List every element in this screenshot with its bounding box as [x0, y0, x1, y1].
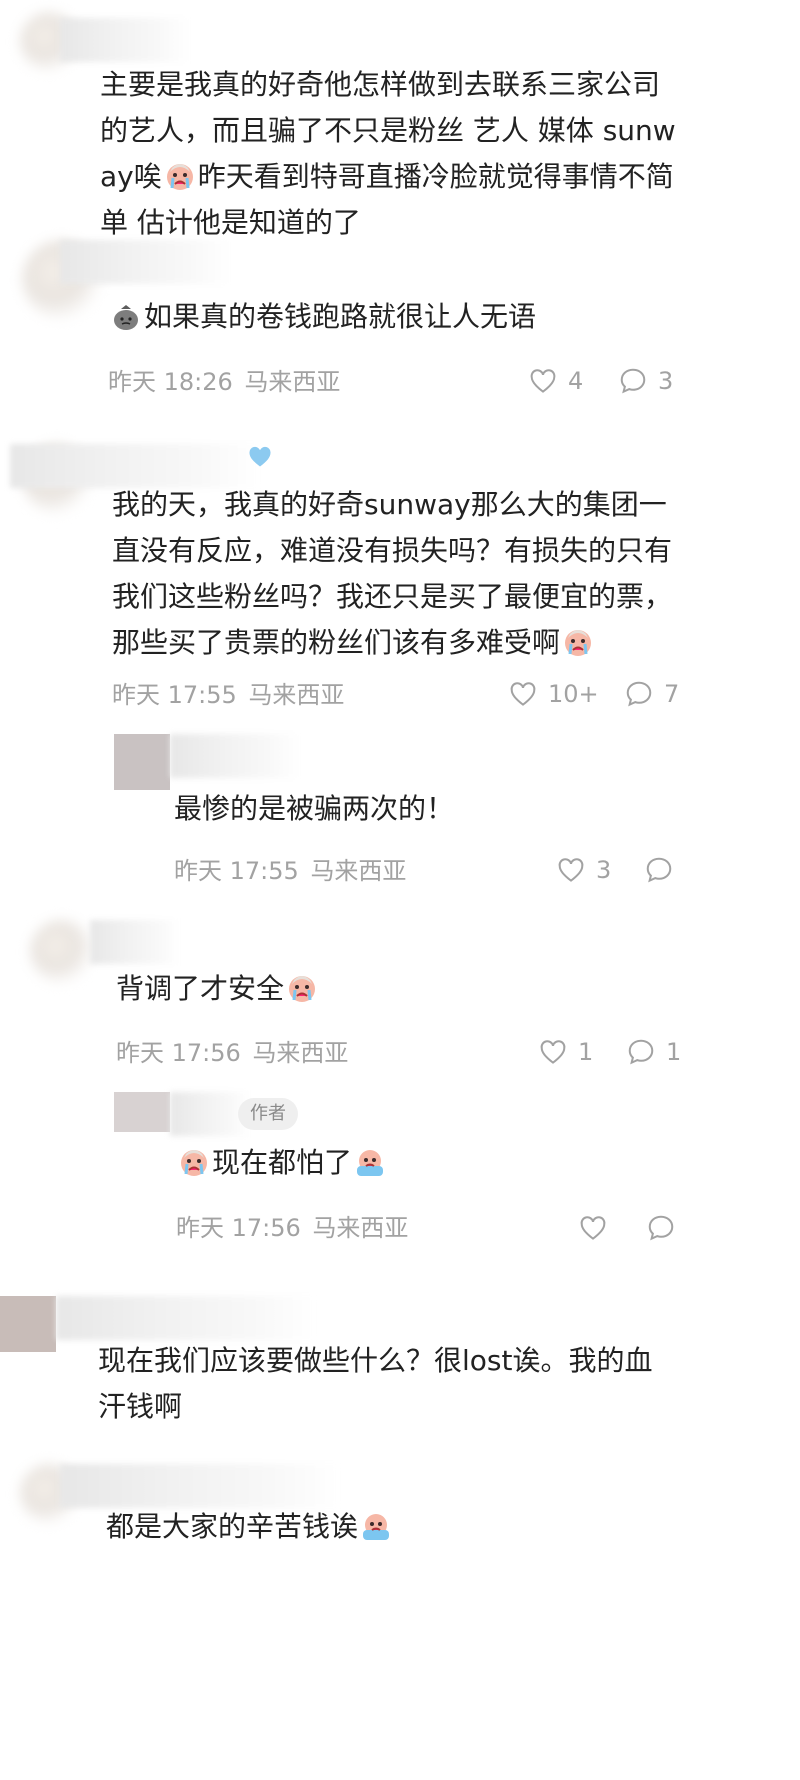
author-badge: 作者	[238, 1098, 298, 1130]
comment-time: 昨天 17:56	[116, 1039, 241, 1067]
comment-text: 我的天，我真的好奇sunway那么大的集团一直没有反应，难道没有损失吗？有损失的…	[112, 488, 673, 659]
reply-button[interactable]: 7	[624, 679, 679, 709]
avatar[interactable]	[0, 1296, 56, 1352]
avatar[interactable]	[114, 1092, 170, 1132]
comment-text: 都是大家的辛苦钱诶	[106, 1504, 686, 1550]
comment-item: 我的天，我真的好奇sunway那么大的集团一直没有反应，难道没有损失吗？有损失的…	[0, 430, 800, 720]
comment-item: 如果真的卷钱跑路就很让人无语 昨天 18:26 马来西亚 4 3	[0, 230, 800, 430]
comment-meta: 昨天 17:56 马来西亚	[116, 1038, 348, 1068]
crying-face-emoji	[179, 1148, 209, 1178]
like-button[interactable]: 3	[556, 855, 611, 885]
crying-face-emoji	[287, 974, 317, 1004]
like-count: 10+	[548, 680, 599, 708]
reply-button[interactable]: 3	[618, 366, 673, 396]
comment-text: 现在我们应该要做些什么？很lost诶。我的血汗钱啊	[98, 1344, 653, 1423]
comment-text: 主要是我真的好奇他怎样做到去联系三家公司的艺人，而且骗了不只是粉丝 艺人 媒体 …	[100, 68, 676, 239]
comment-item: 都是大家的辛苦钱诶	[0, 1460, 800, 1580]
comment-text: 背调了才安全	[116, 966, 676, 1012]
comment-meta: 昨天 17:56 马来西亚	[176, 1213, 408, 1243]
reply-count: 3	[658, 367, 674, 395]
reply-button[interactable]: 1	[626, 1037, 681, 1067]
comment-time: 昨天 18:26	[108, 368, 233, 396]
crying-face-emoji	[356, 1149, 385, 1177]
comment-time: 昨天 17:55	[174, 857, 299, 885]
crying-face-emoji	[362, 1513, 391, 1541]
comment-meta: 昨天 17:55 马来西亚	[174, 856, 406, 886]
heart-outline-icon	[580, 1216, 606, 1240]
username[interactable]	[56, 1296, 316, 1340]
like-count: 1	[578, 1038, 594, 1066]
username[interactable]	[60, 240, 230, 284]
comment-text: 最惨的是被骗两次的！	[174, 792, 455, 825]
comment-item: 背调了才安全 昨天 17:56 马来西亚 1 1	[0, 910, 800, 1090]
heart-outline-icon	[530, 369, 556, 393]
comment-location: 马来西亚	[310, 857, 407, 885]
heart-outline-icon	[558, 858, 584, 882]
username[interactable]	[90, 920, 180, 964]
reply-item: 最惨的是被骗两次的！ 昨天 17:55 马来西亚 3	[0, 730, 800, 910]
like-button[interactable]	[578, 1213, 608, 1243]
username[interactable]	[60, 18, 190, 62]
like-button[interactable]: 4	[528, 366, 583, 396]
heart-outline-icon	[510, 682, 536, 706]
crying-face-emoji	[563, 628, 593, 658]
reply-count: 7	[664, 680, 680, 708]
comment-location: 马来西亚	[312, 1214, 409, 1242]
reply-button[interactable]	[646, 1213, 676, 1243]
like-count: 4	[568, 367, 584, 395]
money-bag-emoji	[113, 304, 139, 331]
comment-text: 如果真的卷钱跑路就很让人无语	[108, 294, 688, 340]
reply-button[interactable]	[644, 855, 674, 885]
crying-face-emoji	[165, 162, 195, 192]
comment-time: 昨天 17:56	[176, 1214, 301, 1242]
reply-item: 作者 现在都怕了 昨天 17:56 马来西亚	[0, 1090, 800, 1270]
comment-meta: 昨天 17:55 马来西亚	[112, 680, 344, 710]
comment-location: 马来西亚	[244, 368, 341, 396]
blue-heart-icon	[249, 446, 271, 467]
comment-time: 昨天 17:55	[112, 681, 237, 709]
comment-bubble-icon	[646, 857, 672, 883]
like-button[interactable]: 10+	[508, 679, 599, 709]
username[interactable]	[170, 734, 300, 778]
comment-location: 马来西亚	[252, 1039, 349, 1067]
comment-item: 主要是我真的好奇他怎样做到去联系三家公司的艺人，而且骗了不只是粉丝 艺人 媒体 …	[0, 0, 800, 240]
reply-count: 1	[666, 1038, 682, 1066]
comment-item: 现在我们应该要做些什么？很lost诶。我的血汗钱啊	[0, 1290, 800, 1450]
heart-outline-icon	[540, 1040, 566, 1064]
comment-text: 现在都怕了	[176, 1140, 696, 1186]
avatar[interactable]	[30, 920, 94, 984]
avatar[interactable]	[114, 734, 170, 790]
comment-location: 马来西亚	[248, 681, 345, 709]
comment-bubble-icon	[626, 681, 652, 707]
comment-bubble-icon	[648, 1215, 674, 1241]
like-count: 3	[596, 856, 612, 884]
like-button[interactable]: 1	[538, 1037, 593, 1067]
comment-bubble-icon	[628, 1039, 654, 1065]
username[interactable]	[60, 1464, 340, 1508]
comment-bubble-icon	[620, 368, 646, 394]
comment-meta: 昨天 18:26 马来西亚	[108, 367, 340, 397]
